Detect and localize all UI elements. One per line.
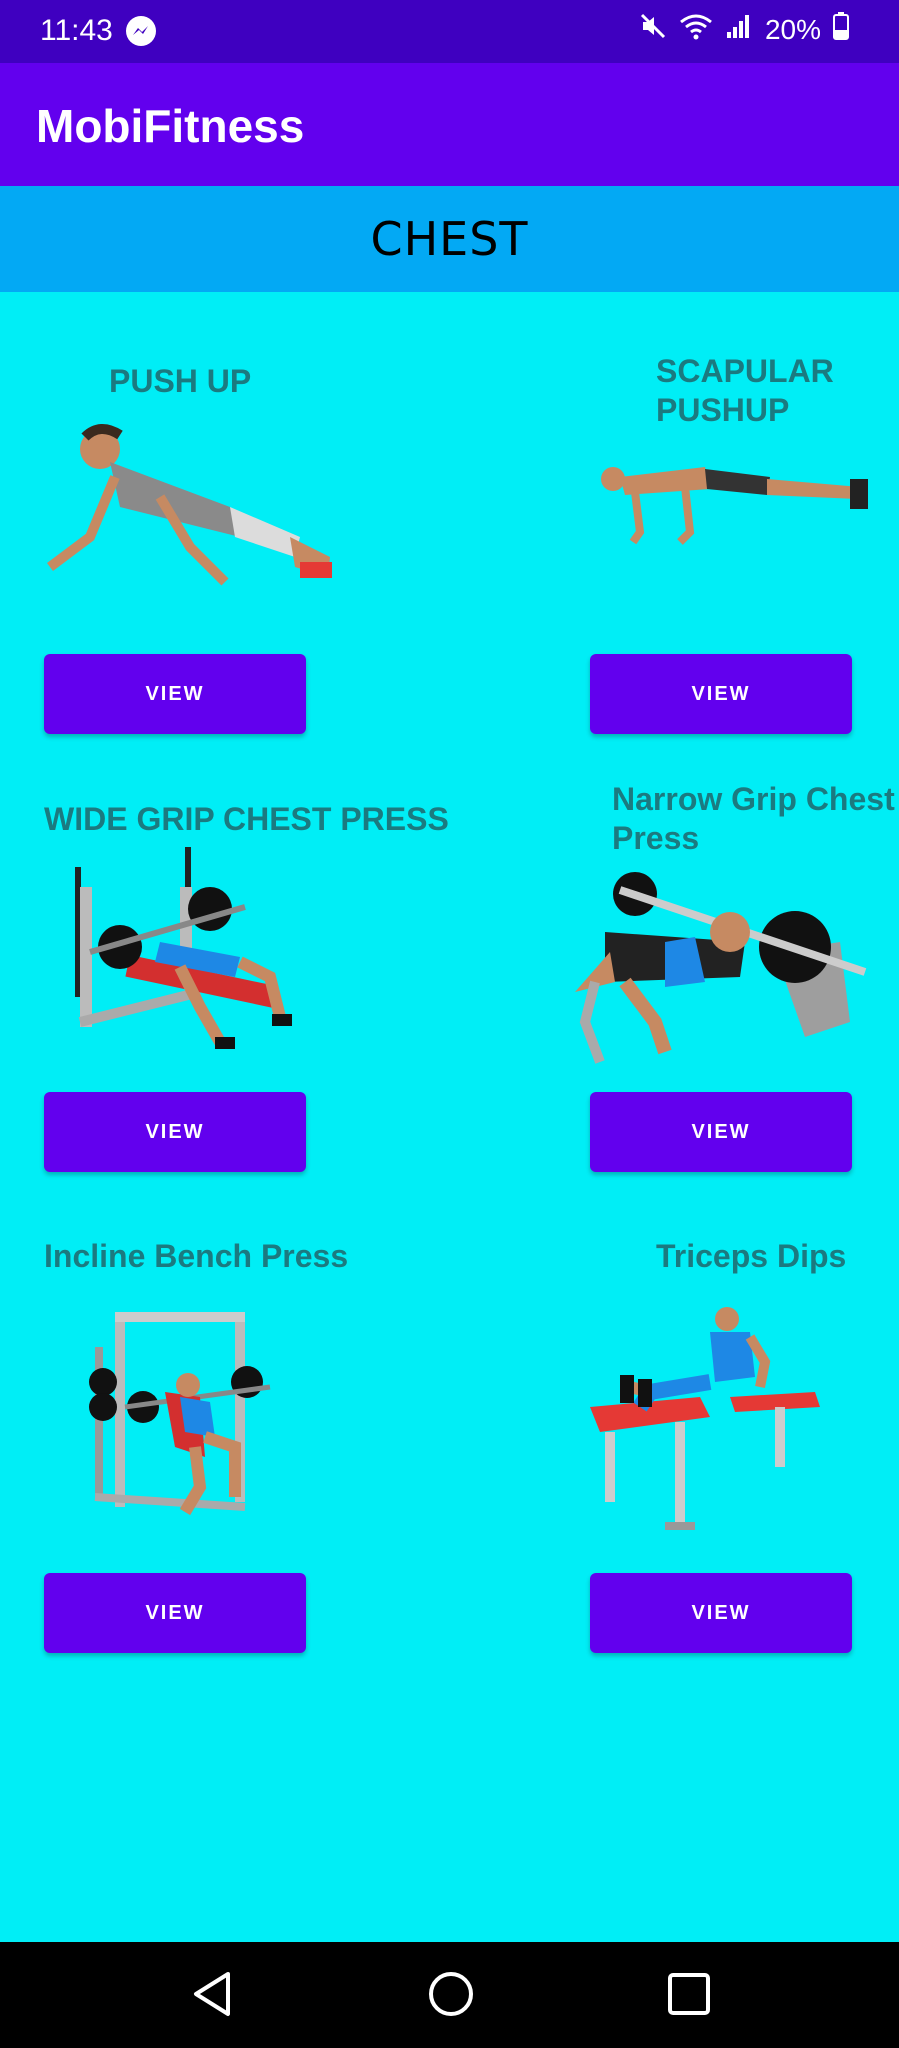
app-bar: MobiFitness bbox=[0, 63, 899, 186]
exercise-title: Triceps Dips bbox=[656, 1238, 847, 1274]
exercise-title: Narrow Grip Chest Press bbox=[612, 781, 895, 856]
exercise-title: PUSH UP bbox=[109, 363, 252, 399]
exercise-title: WIDE GRIP CHEST PRESS bbox=[44, 801, 449, 837]
wide-grip-chest-press-image bbox=[60, 847, 310, 1062]
view-button[interactable]: VIEW bbox=[590, 1092, 852, 1172]
signal-icon bbox=[725, 12, 753, 47]
view-button[interactable]: VIEW bbox=[590, 1573, 852, 1653]
exercise-grid: PUSH UP VIEW SCAPULAR PUSHUP VIEW WIDE G… bbox=[0, 292, 899, 1942]
navigation-bar bbox=[0, 1942, 899, 2048]
battery-text: 20% bbox=[764, 13, 821, 45]
view-button[interactable]: VIEW bbox=[44, 654, 306, 734]
view-button[interactable]: VIEW bbox=[44, 1092, 306, 1172]
scapular-pushup-image bbox=[595, 437, 875, 567]
status-bar: 11:43 20% bbox=[0, 0, 899, 63]
push-up-image bbox=[30, 417, 340, 617]
exercise-title: SCAPULAR PUSHUP bbox=[656, 353, 834, 428]
home-icon[interactable] bbox=[428, 1970, 474, 2023]
status-time: 11:43 bbox=[40, 14, 113, 47]
recents-icon[interactable] bbox=[667, 1970, 711, 2023]
view-button[interactable]: VIEW bbox=[590, 654, 852, 734]
back-icon[interactable] bbox=[190, 1970, 234, 2023]
view-button[interactable]: VIEW bbox=[44, 1573, 306, 1653]
section-header: CHEST bbox=[0, 186, 899, 292]
status-icons: 20% bbox=[639, 12, 849, 47]
triceps-dips-image bbox=[590, 1307, 830, 1542]
wifi-icon bbox=[679, 12, 713, 47]
narrow-grip-chest-press-image bbox=[565, 872, 875, 1072]
incline-bench-press-image bbox=[85, 1307, 305, 1527]
app-title: MobiFitness bbox=[36, 100, 305, 152]
exercise-title: Incline Bench Press bbox=[44, 1238, 349, 1274]
section-title: CHEST bbox=[370, 212, 529, 266]
mute-icon bbox=[639, 12, 667, 47]
messenger-icon bbox=[126, 16, 156, 46]
battery-icon bbox=[833, 12, 849, 47]
